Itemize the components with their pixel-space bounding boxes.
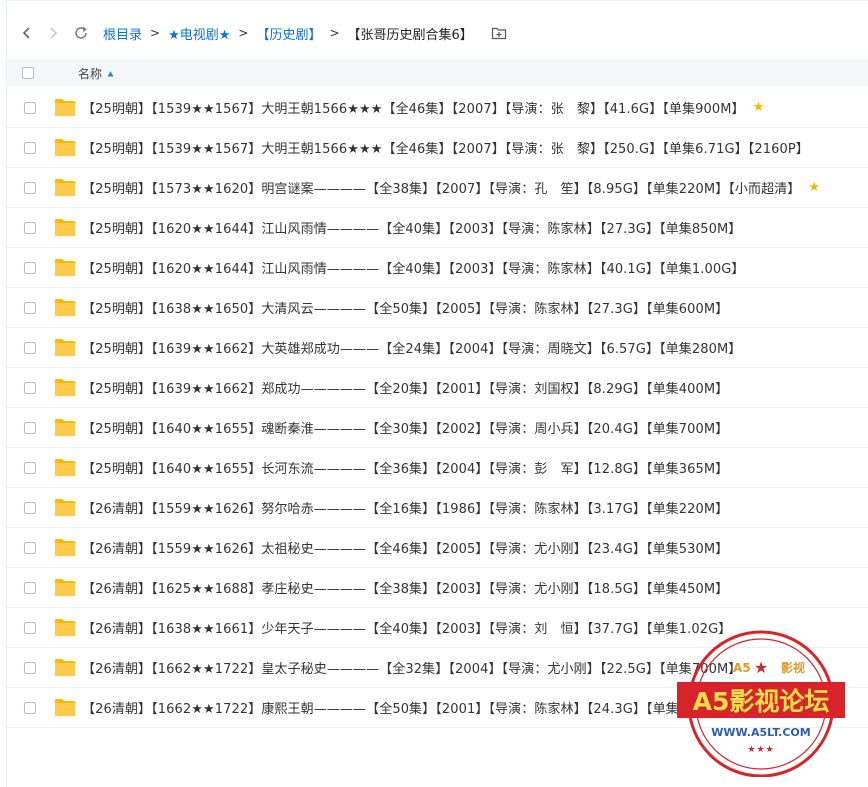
column-header-name[interactable]: 名称 (78, 65, 102, 82)
folder-plus-icon (491, 27, 506, 40)
stars-decoration-icon: ★★★ (747, 745, 774, 755)
folder-icon (55, 699, 75, 716)
file-row[interactable]: 【25明朝】【1573★★1620】明宫谜案————【全38集】【2007】【导… (7, 168, 868, 208)
folder-icon (55, 619, 75, 636)
forward-button[interactable] (41, 21, 65, 45)
row-checkbox[interactable] (24, 221, 36, 234)
file-name[interactable]: 【25明朝】【1639★★1662】郑成功—————【全20集】【2001】【导… (82, 378, 728, 397)
file-name[interactable]: 【25明朝】【1620★★1644】江山风雨情————【全40集】【2003】【… (82, 218, 741, 237)
file-name[interactable]: 【25明朝】【1640★★1655】长河东流————【全36集】【2004】【导… (82, 458, 728, 477)
file-name[interactable]: 【26清朝】【1625★★1688】孝庄秘史————【全38集】【2003】【导… (82, 578, 728, 597)
folder-icon (55, 219, 75, 236)
row-checkbox[interactable] (24, 661, 36, 674)
row-checkbox[interactable] (24, 181, 36, 194)
file-browser: 根目录 > ★电视剧★ > 【历史剧】 > 【张哥历史剧合集6】 名称 【25明… (6, 0, 868, 787)
file-name[interactable]: 【25明朝】【1573★★1620】明宫谜案————【全38集】【2007】【导… (82, 178, 800, 197)
breadcrumb-root[interactable]: 根目录 (103, 24, 142, 43)
row-checkbox[interactable] (24, 701, 36, 714)
folder-icon (55, 499, 75, 516)
file-row[interactable]: 【25明朝】【1620★★1644】江山风雨情————【全40集】【2003】【… (7, 208, 868, 248)
select-all-checkbox[interactable] (22, 67, 34, 79)
row-checkbox[interactable] (24, 341, 36, 354)
row-checkbox[interactable] (24, 621, 36, 634)
file-row[interactable]: 【26清朝】【1559★★1626】努尔哈赤————【全16集】【1986】【导… (7, 488, 868, 528)
file-name[interactable]: 【25明朝】【1620★★1644】江山风雨情————【全40集】【2003】【… (82, 258, 744, 277)
file-row[interactable]: 【25明朝】【1539★★1567】大明王朝1566★★★【全46集】【2007… (7, 128, 868, 168)
sort-asc-icon[interactable] (107, 66, 114, 81)
watermark-url: WWW.A5LT.COM (711, 726, 810, 739)
navigation-bar: 根目录 > ★电视剧★ > 【历史剧】 > 【张哥历史剧合集6】 (7, 11, 868, 55)
file-row[interactable]: 【25明朝】【1639★★1662】郑成功—————【全20集】【2001】【导… (7, 368, 868, 408)
folder-icon (55, 579, 75, 596)
file-name[interactable]: 【26清朝】【1559★★1626】努尔哈赤————【全16集】【1986】【导… (82, 498, 728, 517)
folder-icon (55, 99, 75, 116)
file-row[interactable]: 【25明朝】【1638★★1650】大清风云————【全50集】【2005】【导… (7, 288, 868, 328)
file-name[interactable]: 【25明朝】【1539★★1567】大明王朝1566★★★【全46集】【2007… (82, 138, 809, 157)
star-icon[interactable]: ★ (808, 180, 820, 195)
folder-icon (55, 259, 75, 276)
folder-icon (55, 179, 75, 196)
row-checkbox[interactable] (24, 381, 36, 394)
file-name[interactable]: 【25明朝】【1640★★1655】魂断秦淮————【全30集】【2002】【导… (82, 418, 728, 437)
star-icon[interactable]: ★ (753, 100, 765, 115)
chevron-right-icon (50, 27, 58, 39)
row-checkbox[interactable] (24, 461, 36, 474)
refresh-button[interactable] (69, 21, 93, 45)
watermark-banner: A5影视论坛 (693, 687, 830, 716)
file-name[interactable]: 【25明朝】【1639★★1662】大英雄郑成功———【全24集】【2004】【… (82, 338, 741, 357)
folder-icon (55, 659, 75, 676)
file-name[interactable]: 【26清朝】【1638★★1661】少年天子————【全40集】【2003】【导… (82, 618, 731, 637)
row-checkbox[interactable] (24, 301, 36, 314)
file-row[interactable]: 【25明朝】【1639★★1662】大英雄郑成功———【全24集】【2004】【… (7, 328, 868, 368)
breadcrumb-separator: > (150, 26, 161, 40)
folder-icon (55, 459, 75, 476)
folder-icon (55, 339, 75, 356)
file-name[interactable]: 【25明朝】【1638★★1650】大清风云————【全50集】【2005】【导… (82, 298, 728, 317)
folder-icon (55, 299, 75, 316)
row-checkbox[interactable] (24, 261, 36, 274)
star-icon: ★ (754, 658, 768, 677)
file-row[interactable]: 【25明朝】【1640★★1655】魂断秦淮————【全30集】【2002】【导… (7, 408, 868, 448)
folder-icon (55, 419, 75, 436)
row-checkbox[interactable] (24, 101, 36, 114)
breadcrumb-separator: > (238, 26, 249, 40)
row-checkbox[interactable] (24, 541, 36, 554)
table-header: 名称 (7, 59, 868, 87)
chevron-left-icon (22, 27, 30, 39)
file-row[interactable]: 【25明朝】【1640★★1655】长河东流————【全36集】【2004】【导… (7, 448, 868, 488)
watermark-stamp: A5 ★ 影视 A5影视论坛 WWW.A5LT.COM ★★★ (677, 630, 845, 777)
breadcrumb-separator: > (329, 26, 340, 40)
row-checkbox[interactable] (24, 141, 36, 154)
row-checkbox[interactable] (24, 421, 36, 434)
breadcrumb-current: 【张哥历史剧合集6】 (347, 27, 473, 43)
refresh-icon (75, 26, 87, 39)
watermark-top-left: A5 (733, 661, 751, 675)
breadcrumb-history[interactable]: 【历史剧】 (256, 24, 321, 43)
file-name[interactable]: 【26清朝】【1662★★1722】康熙王朝————【全50集】【2001】【导… (82, 698, 728, 717)
watermark-top-right: 影视 (781, 660, 805, 675)
new-folder-button[interactable] (487, 21, 511, 45)
folder-icon (55, 539, 75, 556)
row-checkbox[interactable] (24, 581, 36, 594)
breadcrumb-tv[interactable]: ★电视剧★ (168, 24, 230, 43)
file-row[interactable]: 【25明朝】【1620★★1644】江山风雨情————【全40集】【2003】【… (7, 248, 868, 288)
folder-icon (55, 379, 75, 396)
row-checkbox[interactable] (24, 501, 36, 514)
file-name[interactable]: 【26清朝】【1559★★1626】太祖秘史————【全46集】【2005】【导… (82, 538, 728, 557)
file-name[interactable]: 【25明朝】【1539★★1567】大明王朝1566★★★【全46集】【2007… (82, 98, 745, 117)
folder-icon (55, 139, 75, 156)
file-row[interactable]: 【25明朝】【1539★★1567】大明王朝1566★★★【全46集】【2007… (7, 88, 868, 128)
back-button[interactable] (15, 21, 39, 45)
breadcrumb: 根目录 > ★电视剧★ > 【历史剧】 > 【张哥历史剧合集6】 (103, 24, 473, 43)
file-row[interactable]: 【26清朝】【1625★★1688】孝庄秘史————【全38集】【2003】【导… (7, 568, 868, 608)
file-row[interactable]: 【26清朝】【1559★★1626】太祖秘史————【全46集】【2005】【导… (7, 528, 868, 568)
file-name[interactable]: 【26清朝】【1662★★1722】皇太子秘史————【全32集】【2004】【… (82, 658, 741, 677)
